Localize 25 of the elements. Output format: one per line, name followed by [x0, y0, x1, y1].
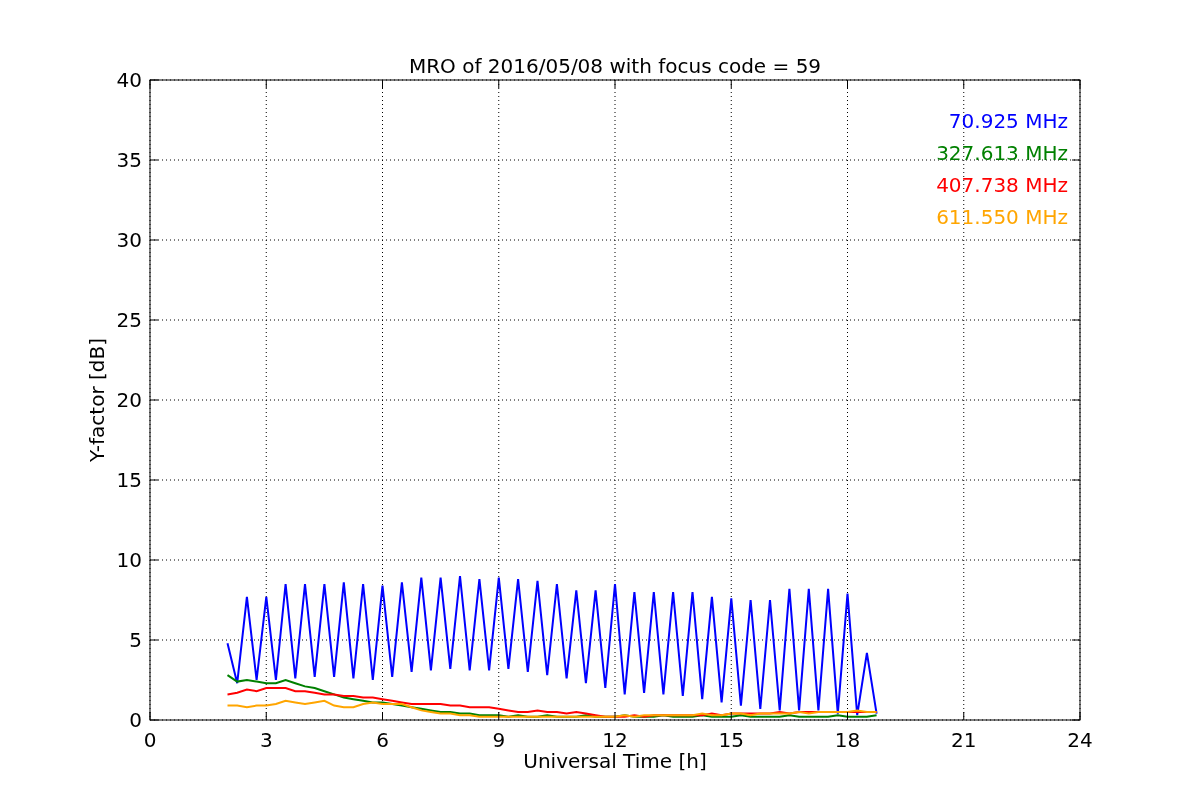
tick-label: 15	[718, 728, 744, 752]
chart-title: MRO of 2016/05/08 with focus code = 59	[408, 54, 822, 78]
legend-label: 611.550 MHz	[936, 205, 1068, 229]
tick-label: 35	[116, 148, 142, 172]
tick-label: 3	[259, 728, 273, 752]
tick-label: 12	[602, 728, 628, 752]
tick-label: 6	[376, 728, 389, 752]
tick-label: 9	[492, 728, 506, 752]
tick-label: 40	[116, 68, 142, 92]
tick-label: 15	[116, 468, 142, 492]
tick-label: 25	[116, 308, 142, 332]
tick-label: 20	[116, 388, 142, 412]
tick-label: 10	[116, 548, 142, 572]
tick-label: 30	[116, 228, 142, 252]
tick-label: 18	[834, 728, 861, 752]
tick-label: 0	[143, 728, 157, 752]
tick-label: 0	[129, 708, 142, 732]
tick-label: 24	[1067, 728, 1093, 752]
axis-label: Y-factor [dB]	[85, 338, 109, 462]
tick-label: 5	[129, 628, 142, 652]
axis-label: Universal Time [h]	[523, 749, 707, 773]
legend-label: 70.925 MHz	[948, 109, 1068, 133]
legend-label: 327.613 MHz	[936, 141, 1068, 165]
legend-label: 407.738 MHz	[936, 173, 1068, 197]
tick-label: 21	[951, 728, 977, 752]
